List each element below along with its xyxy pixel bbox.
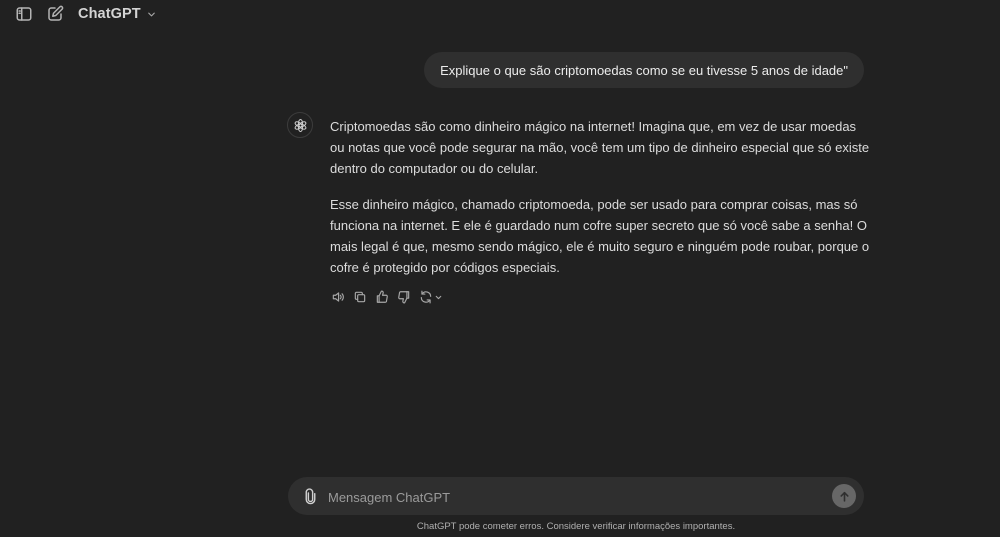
regenerate-button[interactable] — [418, 289, 444, 305]
model-name: ChatGPT — [78, 6, 141, 22]
assistant-message: Criptomoedas são como dinheiro mágico na… — [330, 116, 870, 293]
regenerate-icon — [420, 290, 432, 304]
message-actions — [330, 288, 444, 306]
disclaimer-text: ChatGPT pode cometer erros. Considere ve… — [416, 521, 736, 532]
sidebar-toggle-button[interactable] — [13, 3, 35, 25]
paperclip-icon — [305, 487, 315, 504]
thumbs-down-icon — [398, 291, 410, 304]
assistant-paragraph: Criptomoedas são como dinheiro mágico na… — [330, 119, 870, 176]
openai-logo-icon — [294, 118, 306, 132]
message-input[interactable] — [326, 483, 820, 511]
read-aloud-button[interactable] — [330, 289, 346, 305]
assistant-paragraph: Esse dinheiro mágico, chamado criptomoed… — [330, 197, 870, 275]
edit-icon — [48, 5, 64, 21]
chevron-down-icon — [435, 295, 442, 299]
model-switcher[interactable]: ChatGPT — [78, 5, 157, 23]
good-response-button[interactable] — [374, 289, 390, 305]
chat-app: ChatGPT Explique o que são criptomoedas … — [0, 0, 1000, 537]
attach-button[interactable] — [300, 486, 320, 506]
send-button[interactable] — [832, 484, 856, 508]
chevron-down-icon — [147, 12, 155, 16]
top-bar: ChatGPT — [0, 0, 1000, 28]
thumbs-up-icon — [376, 290, 388, 303]
message-composer — [288, 477, 864, 515]
new-chat-button[interactable] — [44, 3, 66, 25]
copy-button[interactable] — [352, 289, 368, 305]
copy-icon — [354, 291, 366, 303]
sidebar-icon — [16, 7, 32, 21]
bad-response-button[interactable] — [396, 289, 412, 305]
user-message: Explique o que são criptomoedas como se … — [424, 52, 864, 88]
speaker-icon — [332, 292, 344, 302]
assistant-avatar — [287, 112, 313, 138]
arrow-up-icon — [839, 491, 849, 502]
